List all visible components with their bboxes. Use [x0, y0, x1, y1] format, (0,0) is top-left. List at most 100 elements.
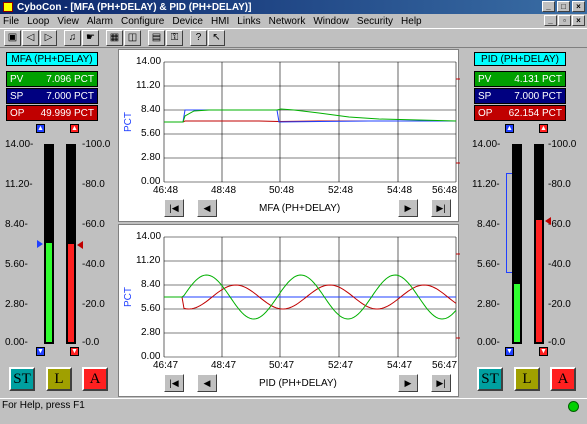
bottom-xtick-1: 48:47	[211, 360, 237, 371]
left-scale-11: 11.20-	[5, 179, 33, 190]
menu-window[interactable]: Window	[309, 16, 353, 27]
mdi-window-buttons: _ ▫ ×	[544, 15, 585, 26]
menu-hmi[interactable]: HMI	[207, 16, 233, 27]
left-scale-14: 14.00-	[5, 139, 34, 150]
bottom-prev-button[interactable]: ◀	[197, 374, 217, 392]
top-last-button[interactable]: ▶|	[431, 199, 451, 217]
maximize-button[interactable]: □	[557, 1, 570, 12]
left-op-raise-icon[interactable]: ▲	[70, 124, 79, 133]
top-trend-chart: PCT	[123, 61, 460, 183]
left-st-button[interactable]: ST	[9, 367, 35, 391]
bottom-ytick-8: 8.40	[141, 279, 161, 290]
left-l-button[interactable]: L	[46, 367, 72, 391]
top-xtick-1: 48:48	[211, 185, 237, 196]
right-sp-lower-icon[interactable]: ▼	[505, 347, 514, 356]
title-bar: CyboCon - [MFA (PH+DELAY) & PID (PH+DELA…	[0, 0, 587, 14]
left-pv-row: PV 7.096 PCT	[6, 71, 98, 87]
right-a-button[interactable]: A	[550, 367, 576, 391]
hand-icon[interactable]: ☛	[82, 30, 99, 46]
left-sp-label: SP	[10, 91, 24, 102]
left-op-label: OP	[10, 108, 25, 119]
menu-alarm[interactable]: Alarm	[83, 16, 117, 27]
top-first-button[interactable]: |◀	[164, 199, 184, 217]
film-icon[interactable]: ▣	[4, 30, 21, 46]
mdi-minimize-button[interactable]: _	[544, 15, 557, 26]
window-title: CyboCon - [MFA (PH+DELAY) & PID (PH+DELA…	[17, 1, 252, 13]
right-opscale-20: -20.0	[548, 299, 571, 310]
bell-icon[interactable]: ♫	[64, 30, 81, 46]
right-opscale-80: -80.0	[548, 179, 571, 190]
right-st-button[interactable]: ST	[477, 367, 503, 391]
left-op-marker[interactable]	[77, 241, 83, 249]
right-sp-row[interactable]: SP 7.000 PCT	[474, 88, 566, 104]
left-a-button[interactable]: A	[82, 367, 108, 391]
top-prev-button[interactable]: ◀	[197, 199, 217, 217]
left-sp-lower-icon[interactable]: ▼	[36, 347, 45, 356]
left-loop-title[interactable]: MFA (PH+DELAY)	[6, 52, 98, 66]
status-text: For Help, press F1	[2, 400, 85, 411]
bottom-first-button[interactable]: |◀	[164, 374, 184, 392]
two-pane-icon[interactable]: ◫	[124, 30, 141, 46]
left-op-value: 49.999 PCT	[40, 108, 94, 119]
bottom-next-button[interactable]: ▶	[398, 374, 418, 392]
menu-loop[interactable]: Loop	[23, 16, 53, 27]
pointer-help-icon[interactable]: ↖	[208, 30, 225, 46]
right-op-label: OP	[478, 108, 493, 119]
menu-security[interactable]: Security	[353, 16, 397, 27]
right-sp-raise-icon[interactable]: ▲	[505, 124, 514, 133]
right-opscale-100: -100.0	[548, 139, 577, 150]
top-xtick-5: 56:48	[432, 185, 458, 196]
lock-icon[interactable]: ▤	[148, 30, 165, 46]
left-op-row[interactable]: OP 49.999 PCT	[6, 105, 98, 121]
bottom-trend-panel: PCT 14.00 11.20 8.40 5.60 2.80 0.00 46:4…	[118, 224, 460, 397]
back-arrow-icon[interactable]: ◁	[22, 30, 39, 46]
right-scale-8: 8.40-	[477, 219, 500, 230]
top-ytick-2: 2.80	[141, 152, 161, 163]
key-icon[interactable]: ⚿	[166, 30, 183, 46]
right-op-row[interactable]: OP 62.154 PCT	[474, 105, 566, 121]
bottom-ytick-5: 5.60	[141, 303, 161, 314]
top-ytick-8: 8.40	[141, 104, 161, 115]
menu-help[interactable]: Help	[397, 16, 426, 27]
bottom-last-button[interactable]: ▶|	[431, 374, 451, 392]
left-sp-raise-icon[interactable]: ▲	[36, 124, 45, 133]
bottom-ytick-14: 14.00	[136, 231, 162, 242]
help-icon[interactable]: ?	[190, 30, 207, 46]
menu-network[interactable]: Network	[265, 16, 310, 27]
right-pv-row: PV 4.131 PCT	[474, 71, 566, 87]
bottom-ytick-2: 2.80	[141, 327, 161, 338]
right-op-raise-icon[interactable]: ▲	[539, 124, 548, 133]
forward-arrow-icon[interactable]: ▷	[40, 30, 57, 46]
top-trend-caption: MFA (PH+DELAY)	[259, 203, 341, 214]
top-next-button[interactable]: ▶	[398, 199, 418, 217]
main-area: MFA (PH+DELAY) PV 7.096 PCT SP 7.000 PCT…	[0, 49, 587, 397]
mdi-close-button[interactable]: ×	[572, 15, 585, 26]
left-sp-marker[interactable]	[37, 240, 43, 248]
left-scale-5: 5.60-	[5, 259, 28, 270]
right-op-lower-icon[interactable]: ▼	[539, 347, 548, 356]
right-opscale-60: -60.0	[548, 219, 571, 230]
left-sp-row[interactable]: SP 7.000 PCT	[6, 88, 98, 104]
bottom-trend-caption: PID (PH+DELAY)	[259, 378, 337, 389]
left-pv-bar-fill	[46, 243, 52, 342]
left-pv-bar	[44, 144, 54, 344]
top-trend-ylabel: PCT	[123, 112, 134, 132]
right-sp-value: 7.000 PCT	[514, 91, 562, 102]
right-op-marker[interactable]	[545, 217, 551, 225]
menu-view[interactable]: View	[53, 16, 83, 27]
right-l-button[interactable]: L	[514, 367, 540, 391]
toolbar: ▣ ◁ ▷ ♫ ☛ ▦ ◫ ▤ ⚿ ? ↖	[0, 28, 587, 48]
right-loop-title[interactable]: PID (PH+DELAY)	[474, 52, 566, 66]
left-op-lower-icon[interactable]: ▼	[70, 347, 79, 356]
top-ytick-11: 11.20	[136, 80, 161, 91]
close-button[interactable]: ×	[572, 1, 585, 12]
mdi-restore-button[interactable]: ▫	[558, 15, 571, 26]
menu-links[interactable]: Links	[233, 16, 264, 27]
menu-device[interactable]: Device	[168, 16, 207, 27]
minimize-button[interactable]: _	[542, 1, 555, 12]
menu-configure[interactable]: Configure	[117, 16, 168, 27]
bottom-xtick-3: 52:47	[328, 360, 354, 371]
menu-file[interactable]: File	[2, 16, 23, 27]
grid-icon[interactable]: ▦	[106, 30, 123, 46]
right-op-value: 62.154 PCT	[508, 108, 562, 119]
